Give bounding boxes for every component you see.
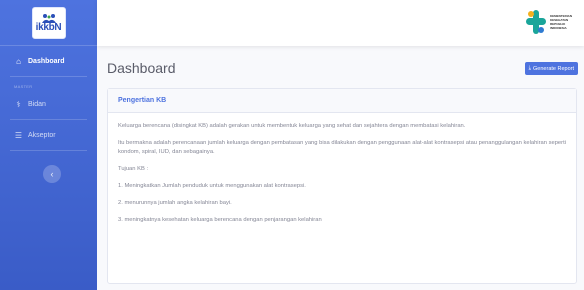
generate-report-label: Generate Report <box>533 65 574 72</box>
sidebar-toggle-button[interactable]: ‹ <box>43 165 61 183</box>
sidebar-item-akseptor[interactable]: ☰ Akseptor <box>0 120 97 150</box>
info-card: Pengertian KB Keluarga berencana (dising… <box>107 88 577 284</box>
page-title: Dashboard <box>107 60 176 76</box>
sidebar-divider <box>10 150 87 151</box>
sidebar-item-bidan[interactable]: ⚕ Bidan <box>0 89 97 119</box>
card-title: Pengertian KB <box>108 89 576 113</box>
sidebar-item-label: Bidan <box>28 100 46 108</box>
kemenkes-emblem-icon <box>525 10 546 34</box>
topbar: KEMENTERIAN KESEHATAN REPUBLIK INDONESIA <box>97 0 584 46</box>
brand-logo-text: ikkbN <box>35 21 62 33</box>
card-paragraph: Tujuan KB : <box>118 166 149 172</box>
card-paragraph: 3. meningkatnya kesehatan keluarga beren… <box>118 217 322 223</box>
card-paragraph: Itu bermakna adalah perencanaan jumlah k… <box>118 140 566 155</box>
home-icon: ⌂ <box>16 56 21 66</box>
user-icon: ⚕ <box>16 99 21 109</box>
family-icon <box>41 13 56 23</box>
list-icon: ☰ <box>14 130 23 140</box>
generate-report-button[interactable]: ⤓ Generate Report <box>524 62 578 75</box>
sidebar: ikkbN ⌂ Dashboard MASTER ⚕ Bidan ☰ Aksep… <box>0 0 97 290</box>
brand-logo: ikkbN <box>31 6 66 39</box>
card-paragraph: 1. Meningkatkan Jumlah penduduk untuk me… <box>118 183 306 189</box>
kemenkes-text-line: INDONESIA <box>549 25 567 30</box>
brand[interactable]: ikkbN <box>0 0 97 46</box>
download-icon: ⤓ <box>528 65 532 71</box>
sidebar-item-label: Dashboard <box>28 57 65 65</box>
card-paragraph: Keluarga berencana (disingkat KB) adalah… <box>118 123 466 129</box>
sidebar-item-dashboard[interactable]: ⌂ Dashboard <box>0 46 97 76</box>
card-body: Keluarga berencana (disingkat KB) adalah… <box>108 113 576 242</box>
sidebar-item-label: Akseptor <box>28 131 56 139</box>
chevron-left-icon: ‹ <box>50 169 54 179</box>
sidebar-heading: MASTER <box>14 84 33 89</box>
kemenkes-logo: KEMENTERIAN KESEHATAN REPUBLIK INDONESIA <box>525 9 572 35</box>
card-paragraph: 2. menurunnya jumlah angka kelahiran bay… <box>118 200 232 206</box>
main-content: Dashboard ⤓ Generate Report Pengertian K… <box>97 46 584 290</box>
